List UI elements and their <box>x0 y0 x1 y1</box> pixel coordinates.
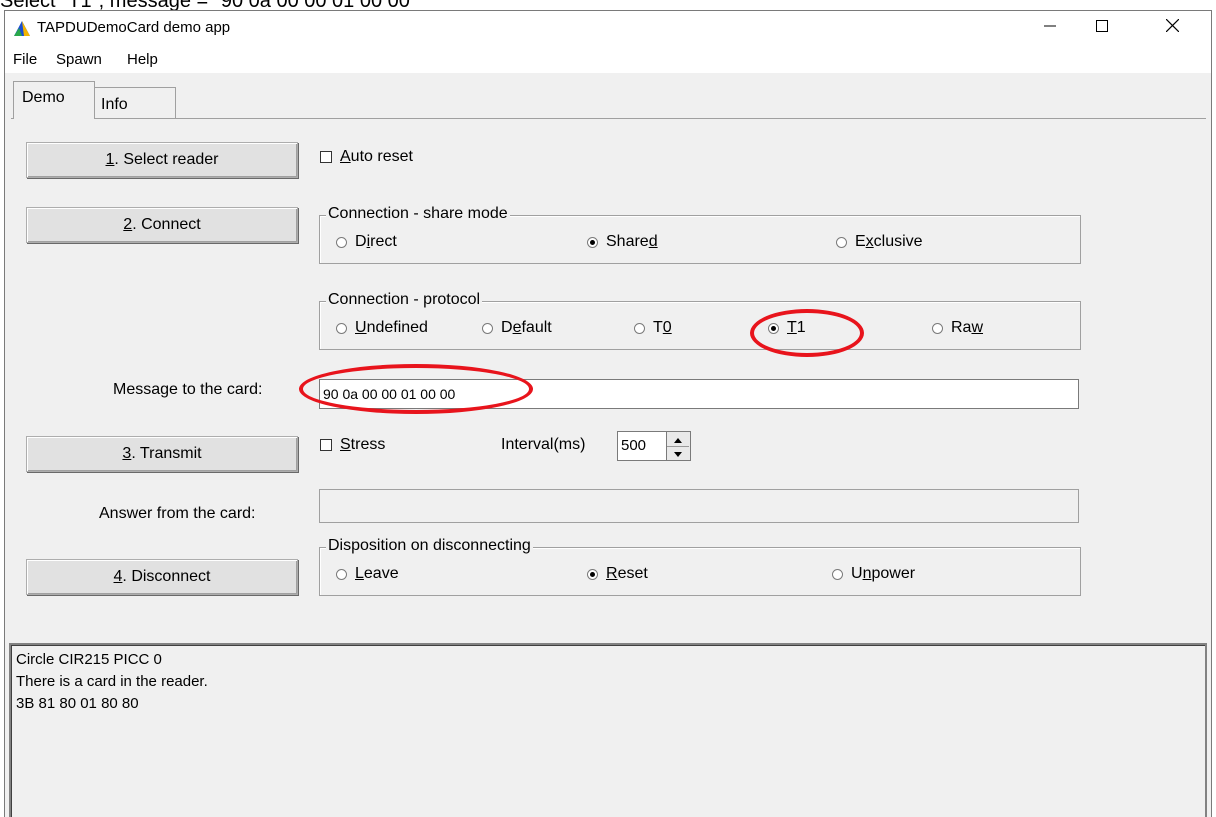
minimize-button[interactable] <box>1023 11 1077 45</box>
connect-button[interactable]: 2. Connect <box>26 207 298 243</box>
disconnect-button[interactable]: 4. Disconnect <box>26 559 298 595</box>
window-title: TAPDUDemoCard demo app <box>37 19 231 36</box>
title-bar[interactable]: TAPDUDemoCard demo app <box>5 11 1211 45</box>
close-icon <box>1165 18 1179 37</box>
radio-leave[interactable]: Leave <box>336 565 399 583</box>
radio-raw[interactable]: Raw <box>932 319 983 337</box>
annotation-circle-message <box>299 364 533 414</box>
tab-info-label: Info <box>101 96 128 113</box>
log-area[interactable]: Circle CIR215 PICC 0 There is a card in … <box>9 643 1207 817</box>
maximize-button[interactable] <box>1075 11 1129 45</box>
annotation-circle-t1 <box>750 309 864 357</box>
radio-unpower-dot[interactable] <box>832 568 843 580</box>
protocol-title: Connection - protocol <box>326 291 483 309</box>
radio-reset[interactable]: Reset <box>587 565 648 583</box>
arrow-down-icon <box>674 444 682 462</box>
checkbox-box[interactable] <box>320 439 332 451</box>
interval-label: Interval(ms) <box>501 436 586 453</box>
auto-reset-label: Auto reset <box>340 148 413 165</box>
close-button[interactable] <box>1145 11 1199 45</box>
radio-shared[interactable]: Shared <box>587 233 658 251</box>
stress-checkbox[interactable]: Stress <box>320 436 385 454</box>
select-reader-button[interactable]: 1. Select reader <box>26 142 298 178</box>
radio-raw-dot[interactable] <box>932 322 943 334</box>
auto-reset-checkbox[interactable]: Auto reset <box>320 148 413 166</box>
radio-undefined-dot[interactable] <box>336 322 347 334</box>
menu-file[interactable]: File <box>13 51 37 69</box>
log-line: 3B 81 80 01 80 80 <box>16 695 139 712</box>
radio-t0[interactable]: T0 <box>634 319 672 337</box>
disposition-group: Disposition on disconnecting Leave Reset… <box>319 537 1081 596</box>
interval-spinner[interactable] <box>667 431 691 461</box>
minimize-icon <box>1044 19 1056 37</box>
radio-t0-dot[interactable] <box>634 322 645 334</box>
app-icon <box>13 19 31 37</box>
radio-undefined[interactable]: Undefined <box>336 319 428 337</box>
radio-leave-dot[interactable] <box>336 568 347 580</box>
tab-demo[interactable]: Demo <box>13 81 95 119</box>
radio-shared-dot[interactable] <box>587 236 598 248</box>
maximize-icon <box>1096 19 1108 37</box>
radio-direct[interactable]: Direct <box>336 233 397 251</box>
radio-exclusive-dot[interactable] <box>836 236 847 248</box>
tab-demo-label: Demo <box>22 89 65 106</box>
radio-exclusive[interactable]: Exclusive <box>836 233 923 251</box>
answer-field <box>319 489 1079 523</box>
app-window: TAPDUDemoCard demo app File Spawn Help D… <box>4 10 1212 817</box>
answer-label: Answer from the card: <box>99 505 256 522</box>
radio-unpower[interactable]: Unpower <box>832 565 915 583</box>
log-line: Circle CIR215 PICC 0 <box>16 651 162 668</box>
log-line: There is a card in the reader. <box>16 673 208 690</box>
radio-reset-dot[interactable] <box>587 568 598 580</box>
transmit-button[interactable]: 3. Transmit <box>26 436 298 472</box>
protocol-group: Connection - protocol Undefined Default … <box>319 291 1081 350</box>
radio-default-dot[interactable] <box>482 322 493 334</box>
radio-default[interactable]: Default <box>482 319 552 337</box>
checkbox-box[interactable] <box>320 151 332 163</box>
disposition-title: Disposition on disconnecting <box>326 537 533 555</box>
share-mode-title: Connection - share mode <box>326 205 510 223</box>
interval-input[interactable]: 500 <box>617 431 667 461</box>
menu-help[interactable]: Help <box>127 51 158 69</box>
spin-down-button[interactable] <box>667 446 689 460</box>
stress-label: Stress <box>340 436 386 453</box>
tab-strip: Demo Info <box>5 73 1211 119</box>
share-mode-group: Connection - share mode Direct Shared Ex… <box>319 205 1081 264</box>
tab-info[interactable]: Info <box>94 87 176 119</box>
radio-direct-dot[interactable] <box>336 236 347 248</box>
menu-spawn[interactable]: Spawn <box>56 51 102 69</box>
message-label: Message to the card: <box>113 381 263 398</box>
menu-bar: File Spawn Help <box>5 45 1211 73</box>
